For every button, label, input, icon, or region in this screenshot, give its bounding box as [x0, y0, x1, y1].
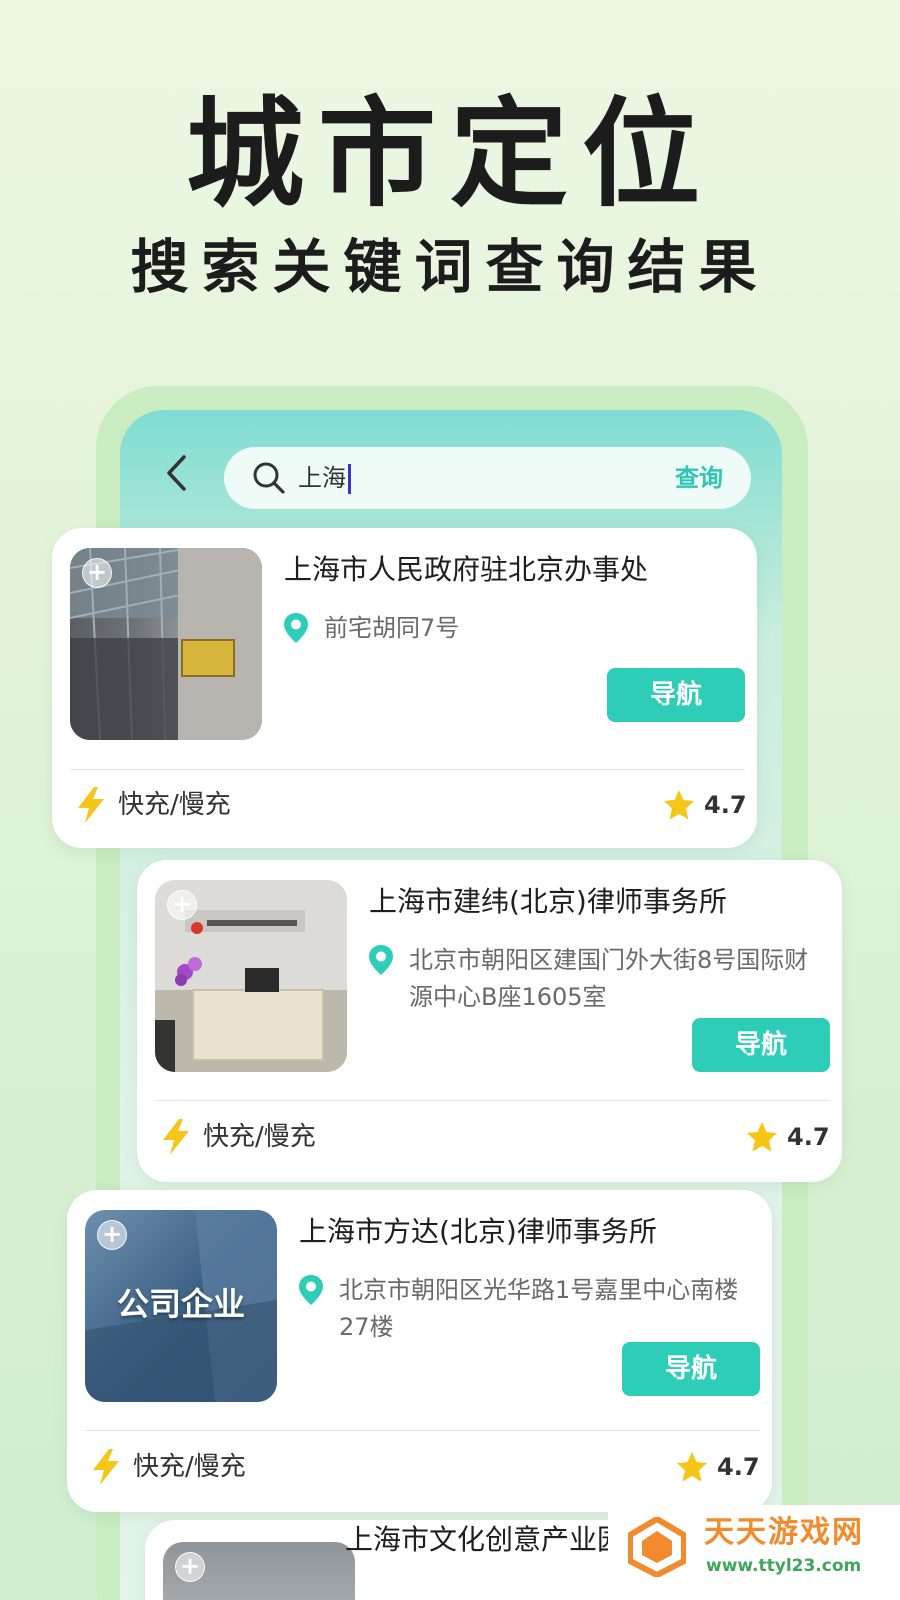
result-title[interactable]: 上海市文化创意产业园区 [345, 1522, 653, 1558]
result-title[interactable]: 上海市建纬(北京)律师事务所 [369, 884, 727, 920]
hero-title: 城市定位 [185, 85, 714, 223]
text-caret [348, 464, 351, 494]
rating-value: 4.7 [787, 1123, 830, 1151]
site-logo-icon [628, 1517, 686, 1577]
result-thumbnail[interactable]: + [163, 1542, 355, 1600]
lightning-icon [93, 1449, 119, 1485]
add-icon[interactable]: + [97, 1220, 127, 1250]
result-card[interactable]: 公司企业 + 上海市方达(北京)律师事务所 北京市朝阳区光华路1号嘉里中心南楼2… [67, 1190, 772, 1512]
location-pin-icon [299, 1275, 323, 1305]
lightning-icon [78, 787, 104, 823]
card-divider [70, 769, 745, 770]
charge-type: 快充/慢充 [118, 790, 231, 820]
search-icon [253, 462, 285, 494]
charge-type: 快充/慢充 [203, 1122, 316, 1152]
add-icon[interactable]: + [175, 1552, 205, 1582]
result-address: 前宅胡同7号 [324, 614, 460, 642]
result-thumbnail[interactable]: + [155, 880, 347, 1072]
chevron-left-icon [167, 455, 186, 491]
charge-type: 快充/慢充 [133, 1452, 246, 1482]
search-bar[interactable]: 上海 查询 [224, 447, 751, 509]
rating-value: 4.7 [704, 791, 747, 819]
thumb-label: 公司企业 [116, 1285, 245, 1323]
star-icon [664, 790, 694, 820]
watermark-url: www.ttyl23.com [706, 1556, 862, 1576]
navigate-button[interactable]: 导航 [622, 1342, 760, 1396]
search-submit-button[interactable]: 查询 [675, 461, 723, 495]
card-divider [85, 1430, 760, 1431]
back-button[interactable] [158, 453, 194, 493]
result-card[interactable]: + 上海市建纬(北京)律师事务所 北京市朝阳区建国门外大街8号国际财源中心B座1… [137, 860, 842, 1182]
location-pin-icon [369, 945, 393, 975]
location-pin-icon [284, 613, 308, 643]
search-input[interactable]: 上海 [298, 461, 351, 495]
rating-value: 4.7 [717, 1453, 760, 1481]
lightning-icon [163, 1119, 189, 1155]
watermark: 天天游戏网 www.ttyl23.com [608, 1505, 900, 1600]
navigate-button[interactable]: 导航 [607, 668, 745, 722]
result-title[interactable]: 上海市方达(北京)律师事务所 [299, 1214, 657, 1250]
result-card[interactable]: + 上海市人民政府驻北京办事处 前宅胡同7号 导航 快充/慢充 4.7 [52, 528, 757, 848]
hero-subtitle: 搜索关键词查询结果 [130, 233, 770, 301]
add-icon[interactable]: + [82, 558, 112, 588]
result-thumbnail[interactable]: + [70, 548, 262, 740]
star-icon [677, 1452, 707, 1482]
result-title[interactable]: 上海市人民政府驻北京办事处 [284, 552, 648, 588]
search-query-text: 上海 [298, 464, 346, 492]
card-divider [155, 1100, 830, 1101]
result-address: 北京市朝阳区建国门外大街8号国际财源中心B座1605室 [409, 946, 809, 1011]
star-icon [747, 1122, 777, 1152]
result-address: 北京市朝阳区光华路1号嘉里中心南楼27楼 [339, 1276, 739, 1341]
watermark-name: 天天游戏网 [704, 1515, 864, 1550]
navigate-button[interactable]: 导航 [692, 1018, 830, 1072]
add-icon[interactable]: + [167, 890, 197, 920]
result-thumbnail[interactable]: 公司企业 + [85, 1210, 277, 1402]
